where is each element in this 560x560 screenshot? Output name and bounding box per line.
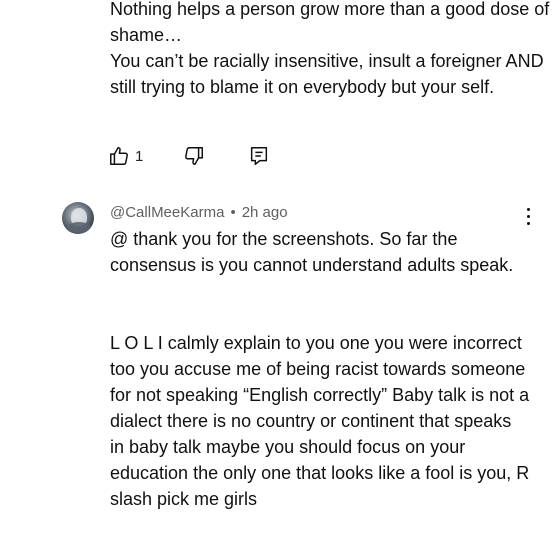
comment-author[interactable]: @CallMeeKarma: [110, 204, 224, 221]
thumbs-down-icon: [185, 147, 203, 165]
comment-action-bar: 1: [108, 143, 270, 169]
comment-timestamp: 2h ago: [241, 204, 288, 221]
like-count: 1: [135, 147, 144, 165]
comment-menu-button[interactable]: [520, 206, 536, 228]
comment-paragraph: @ thank you for the screenshots. So far …: [110, 229, 514, 275]
dislike-button[interactable]: [183, 145, 213, 167]
reply-icon: [250, 147, 268, 165]
meta-separator: •: [230, 204, 236, 221]
avatar-figure-base: [66, 222, 92, 234]
like-button[interactable]: 1: [108, 145, 148, 167]
thumbs-up-icon: [110, 147, 128, 165]
comment-text: @ thank you for the screenshots. So far …: [110, 226, 530, 512]
paragraph-spacer: [110, 278, 530, 304]
comment-meta: @CallMeeKarma • 2h ago: [110, 203, 288, 223]
avatar[interactable]: [62, 202, 94, 234]
comment-line: You can’t be racially insensitive, insul…: [110, 51, 544, 97]
paragraph-spacer: [110, 304, 530, 330]
comment-text: Nothing helps a person grow more than a …: [110, 0, 550, 100]
comment-line: Nothing helps a person grow more than a …: [110, 0, 550, 45]
comment-paragraph: L O L I calmly explain to you one you we…: [110, 333, 530, 509]
reply-button[interactable]: [248, 145, 270, 167]
